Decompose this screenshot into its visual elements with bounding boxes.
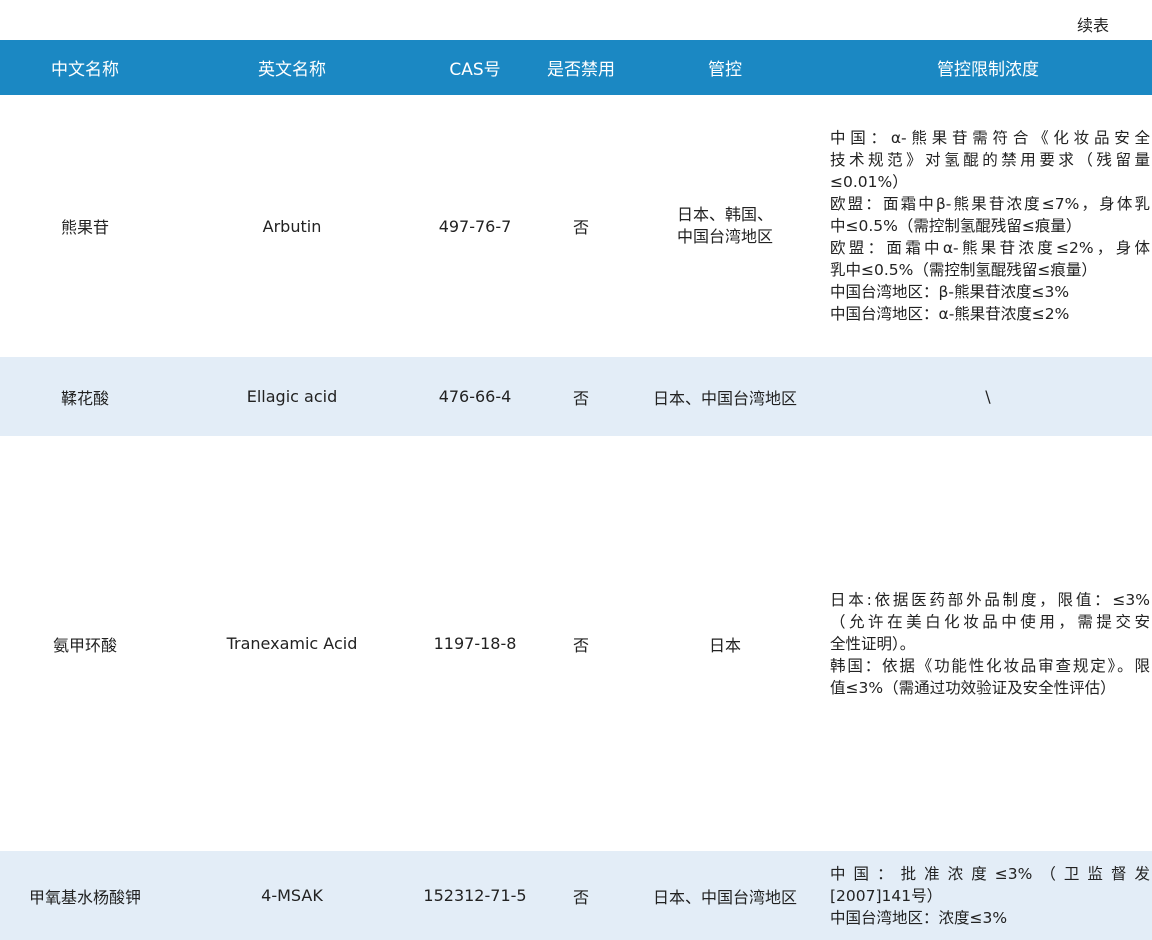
table-header-row: 中文名称 英文名称 CAS号 是否禁用 管控 管控限制浓度 [0,40,1152,95]
cell-cn-name: 氨甲环酸 [52,635,117,655]
header-cas: CAS号 [449,60,501,80]
cell-limit: 日本:依据医药部外品制度，限值：≤3% （允许在美白化妆品中使用，需提交安 全性… [824,436,1152,851]
cell-cas: 497-76-7 [438,216,512,236]
table-row: 熊果苷 Arbutin 497-76-7 否 日本、韩国、 中国台湾地区 中国：… [0,95,1152,357]
limit-line: 全性证明）。 [830,634,916,653]
cell-control: 日本、韩国、 中国台湾地区 [626,95,824,357]
cell-en-name: Arbutin [262,216,322,236]
limit-line: 中国：批准浓度≤3%（卫监督发 [830,864,1150,883]
cell-banned: 否 [572,388,589,408]
limit-line: 值≤3%（需通过功效验证及安全性评估） [830,678,1116,697]
cell-banned: 否 [572,635,589,655]
header-control: 管控 [708,60,742,80]
cell-en-name: Ellagic acid [246,387,338,406]
table-row: 氨甲环酸 Tranexamic Acid 1197-18-8 否 日本 日本:依… [0,436,1152,851]
cell-en-name: Tranexamic Acid [226,634,358,653]
table-row: 甲氧基水杨酸钾 4-MSAK 152312-71-5 否 日本、中国台湾地区 中… [0,851,1152,940]
header-cn-name: 中文名称 [51,60,119,80]
limit-line: 中国台湾地区：浓度≤3% [830,908,1008,927]
cell-cn-name: 鞣花酸 [60,388,109,408]
cell-cn-name: 甲氧基水杨酸钾 [28,887,141,907]
regulation-table: 中文名称 英文名称 CAS号 是否禁用 管控 管控限制浓度 熊果苷 Arbuti… [0,40,1152,940]
cell-cas: 476-66-4 [438,387,512,406]
cell-cas: 152312-71-5 [423,886,527,905]
cell-limit: 中国：α-熊果苷需符合《化妆品安全 技术规范》对氢醌的禁用要求（残留量 ≤0.0… [824,95,1152,357]
table-caption: 续表 [1076,16,1109,35]
limit-line: 乳中≤0.5%（需控制氢醌残留≤痕量） [830,261,1097,279]
limit-line: [2007]141号） [830,886,943,905]
cell-banned: 否 [572,218,589,237]
limit-line: 日本:依据医药部外品制度，限值：≤3% [830,590,1150,609]
limit-line: 韩国：依据《功能性化妆品审查规定》。限 [830,656,1150,675]
limit-line: 中≤0.5%（需控制氢醌残留≤痕量） [830,217,1082,235]
cell-control: 日本 [708,635,741,655]
header-en-name: 英文名称 [258,60,326,80]
limit-line: 中国：α-熊果苷需符合《化妆品安全 [830,129,1150,147]
limit-line: 技术规范》对氢醌的禁用要求（残留量 [830,151,1150,169]
header-banned: 是否禁用 [547,60,615,80]
cell-limit: 中国：批准浓度≤3%（卫监督发 [2007]141号） 中国台湾地区：浓度≤3% [824,851,1152,940]
limit-line: 中国台湾地区：α-熊果苷浓度≤2% [830,305,1070,323]
header-limit: 管控限制浓度 [937,60,1039,80]
cell-cas: 1197-18-8 [433,634,517,653]
cell-control: 日本、中国台湾地区 [652,388,797,408]
limit-line: 欧盟：面霜中α-熊果苷浓度≤2%，身体 [830,239,1150,257]
cell-en-name: 4-MSAK [261,886,323,905]
limit-line: 中国台湾地区：β-熊果苷浓度≤3% [830,283,1070,301]
cell-cn-name: 熊果苷 [60,218,109,237]
limit-line: （允许在美白化妆品中使用，需提交安 [830,612,1150,631]
table-row: 鞣花酸 Ellagic acid 476-66-4 否 日本、中国台湾地区 \ [0,357,1152,436]
cell-banned: 否 [572,887,589,907]
cell-limit: \ [985,387,991,406]
control-line: 日本、韩国、 [676,205,773,224]
control-line: 中国台湾地区 [676,227,773,246]
limit-line: 欧盟：面霜中β-熊果苷浓度≤7%，身体乳 [830,195,1150,213]
cell-control: 日本、中国台湾地区 [652,887,797,907]
limit-line: ≤0.01%） [830,173,908,191]
